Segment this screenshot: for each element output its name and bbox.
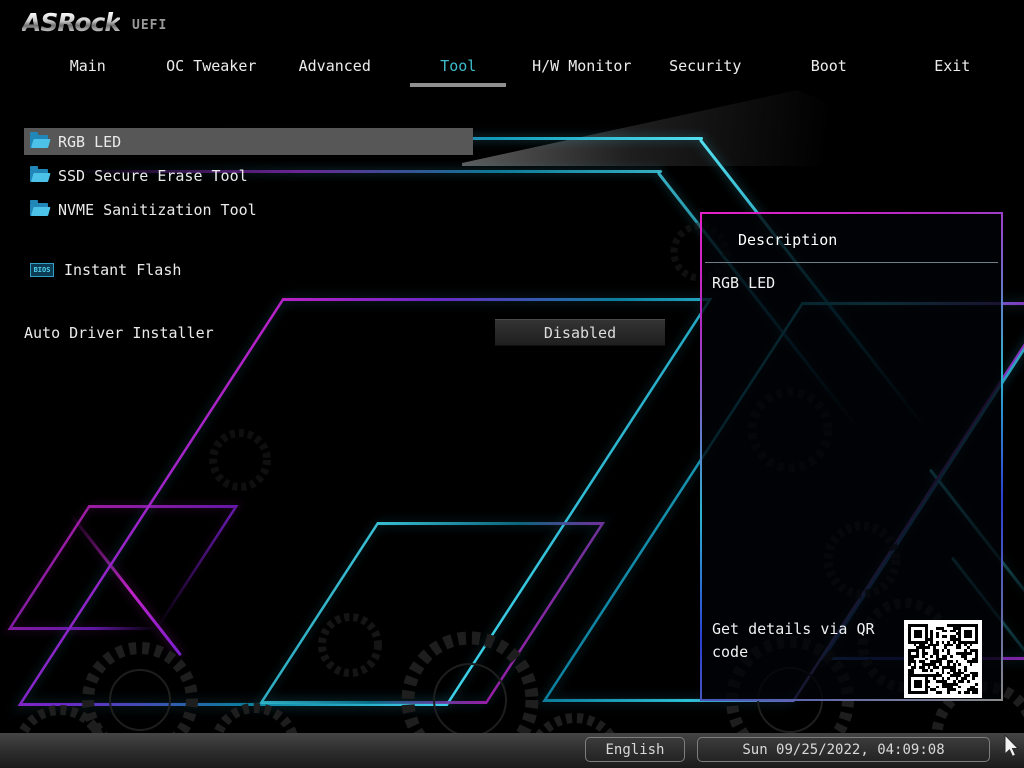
- menu-item-label: NVME Sanitization Tool: [58, 200, 257, 219]
- nav-tab-bar: Main OC Tweaker Advanced Tool H/W Monito…: [26, 53, 1014, 83]
- menu-item-rgb-led[interactable]: RGB LED: [24, 128, 473, 155]
- neon-parallelogram: [258, 522, 606, 704]
- tab-main[interactable]: Main: [26, 53, 150, 83]
- description-text: RGB LED: [712, 274, 776, 292]
- tab-exit[interactable]: Exit: [891, 53, 1015, 83]
- folder-icon: [30, 200, 51, 216]
- neon-line: [68, 512, 183, 657]
- menu-item-ssd-secure-erase[interactable]: SSD Secure Erase Tool: [24, 162, 248, 189]
- menu-item-label: Instant Flash: [64, 260, 182, 279]
- folder-icon: [30, 132, 51, 148]
- menu-item-nvme-sanitization[interactable]: NVME Sanitization Tool: [24, 196, 257, 223]
- tab-boot[interactable]: Boot: [767, 53, 891, 83]
- bios-chip-icon: BIOS: [30, 262, 54, 277]
- menu-item-label: SSD Secure Erase Tool: [58, 166, 248, 185]
- qr-caption: Get details via QR code: [712, 620, 875, 661]
- qr-code: [904, 620, 982, 698]
- neon-parallelogram: [7, 505, 239, 630]
- auto-driver-installer-value-button[interactable]: Disabled: [495, 319, 665, 346]
- menu-item-label: Auto Driver Installer: [24, 323, 214, 342]
- menu-item-auto-driver-installer[interactable]: Auto Driver Installer: [24, 319, 214, 346]
- tab-hw-monitor[interactable]: H/W Monitor: [520, 53, 644, 83]
- description-panel: Description RGB LED Get details via QR c…: [700, 212, 1003, 701]
- description-panel-title: Description: [738, 231, 838, 249]
- gray-wedge-decoration: [462, 90, 892, 166]
- tab-oc-tweaker[interactable]: OC Tweaker: [150, 53, 274, 83]
- uefi-label: UEFI: [132, 18, 168, 33]
- language-button[interactable]: English: [585, 737, 685, 762]
- folder-icon: [30, 166, 51, 182]
- tab-security[interactable]: Security: [644, 53, 768, 83]
- asrock-logo: ASRock: [22, 8, 121, 37]
- datetime-display[interactable]: Sun 09/25/2022, 04:09:08: [697, 737, 990, 762]
- menu-item-instant-flash[interactable]: BIOS Instant Flash: [24, 256, 181, 283]
- menu-item-label: RGB LED: [58, 132, 122, 151]
- mouse-cursor: [1004, 735, 1020, 758]
- tab-tool[interactable]: Tool: [397, 53, 521, 83]
- neon-parallelogram: [17, 298, 713, 706]
- tab-advanced[interactable]: Advanced: [273, 53, 397, 83]
